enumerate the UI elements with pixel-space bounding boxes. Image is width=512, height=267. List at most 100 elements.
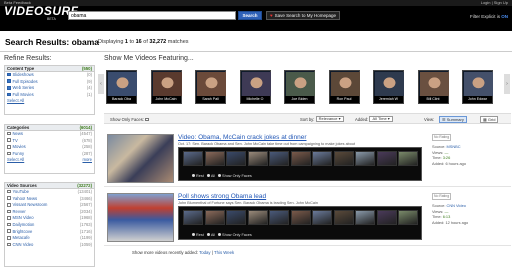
meta-value-source[interactable]: MSNBC [447, 144, 461, 149]
filmstrip-frame[interactable] [312, 210, 332, 225]
filmstrip-frame[interactable] [290, 151, 311, 166]
only-faces-checkbox[interactable] [145, 117, 149, 122]
view-grid-button[interactable]: ▦ Grid [480, 116, 499, 123]
face-card[interactable]: John McCain [150, 70, 182, 104]
filter-state[interactable]: ON [501, 14, 508, 19]
face-card[interactable]: Bill Clint [417, 70, 449, 104]
face-card[interactable]: Jeremiah W [373, 70, 404, 104]
sort-select[interactable]: Relevance ▾ [315, 116, 344, 122]
source-checkbox[interactable] [7, 216, 11, 220]
source-checkbox[interactable] [7, 242, 11, 247]
filmstrip-frame[interactable] [247, 151, 268, 166]
more-today-link[interactable]: Today [199, 250, 210, 255]
radio-icon[interactable] [218, 233, 222, 236]
content-type-item[interactable]: Slideshows (0) [5, 72, 94, 79]
filter-explicit[interactable]: Filter Explicit is ON [470, 14, 508, 19]
filmstrip-frame[interactable] [355, 151, 375, 166]
source-checkbox[interactable] [7, 236, 11, 240]
filmstrip-frame[interactable] [247, 210, 268, 225]
face-card[interactable]: Sarah Pali [195, 70, 226, 104]
video-thumbnail[interactable] [107, 193, 174, 242]
filmstrip-frame[interactable] [290, 210, 311, 225]
content-type-checkbox[interactable] [7, 72, 11, 77]
radio-icon[interactable] [206, 174, 210, 177]
categories-more[interactable]: more [82, 157, 92, 164]
source-item[interactable]: Brightcove (1716) [5, 229, 94, 236]
source-item[interactable]: CNN Video (1059) [5, 242, 94, 249]
view-summary-button[interactable]: ☰ Summary [439, 116, 467, 123]
only-faces-toggle[interactable]: Show Only Faces: [110, 116, 151, 124]
video-thumbnail[interactable] [107, 134, 174, 183]
category-checkbox[interactable] [7, 131, 11, 136]
search-button[interactable]: Search [238, 11, 262, 20]
filmstrip-frame[interactable] [398, 210, 418, 225]
face-card[interactable]: Barack Oba [106, 70, 137, 104]
source-checkbox[interactable] [7, 203, 11, 207]
filmstrip-frame[interactable] [333, 151, 354, 166]
filmstrip-control-label[interactable]: Show Only Faces [222, 233, 252, 237]
more-week-link[interactable]: This Week [214, 250, 234, 255]
filmstrip-frame[interactable] [333, 210, 354, 225]
added-select[interactable]: All Time ▾ [369, 116, 393, 122]
source-item[interactable]: YouTube (13401) [5, 189, 94, 196]
filmstrip-control-label[interactable]: All [211, 233, 215, 237]
category-item[interactable]: Funny (287) [5, 151, 94, 158]
filmstrip-frame[interactable] [226, 151, 246, 166]
source-checkbox[interactable] [7, 222, 11, 227]
filmstrip-frame[interactable] [376, 210, 397, 225]
filmstrip-frame[interactable] [398, 151, 418, 166]
save-search-button[interactable]: ♥ Save Search to My Homepage [266, 11, 340, 20]
source-checkbox[interactable] [7, 196, 11, 200]
filmstrip-frame[interactable] [376, 151, 397, 166]
category-checkbox[interactable] [7, 145, 11, 149]
category-checkbox[interactable] [7, 138, 11, 142]
source-item[interactable]: MSN Video (1968) [5, 215, 94, 222]
content-type-item[interactable]: Full Movies (1) [5, 92, 94, 99]
radio-icon[interactable] [218, 174, 222, 177]
content-type-checkbox[interactable] [7, 92, 11, 97]
content-type-item[interactable]: Full Episodes (9) [5, 79, 94, 86]
content-type-select-all[interactable]: Select All [5, 98, 94, 105]
video-filmstrip[interactable]: Rest All Show Only Faces [178, 147, 422, 181]
filmstrip-control-label[interactable]: Show Only Faces [222, 174, 252, 178]
filmstrip-frame[interactable] [183, 210, 203, 225]
source-item[interactable]: Yahoo! News (3466) [5, 196, 94, 203]
source-item[interactable]: Metacafe (1199) [5, 235, 94, 242]
content-type-checkbox[interactable] [7, 86, 11, 90]
filmstrip-frame[interactable] [269, 210, 289, 225]
faces-prev-arrow[interactable]: ‹ [98, 74, 104, 94]
filmstrip-frame[interactable] [269, 151, 289, 166]
face-card[interactable]: Ron Paul [328, 70, 360, 104]
face-card[interactable]: John Edwar [462, 70, 493, 104]
video-title-link[interactable]: Video: Obama, McCain crack jokes at dinn… [178, 134, 307, 141]
source-checkbox[interactable] [7, 209, 11, 214]
category-item[interactable]: Movies (258) [5, 144, 94, 151]
face-card[interactable]: Michelle O [239, 70, 271, 104]
meta-value-source[interactable]: CNN Video [447, 203, 466, 208]
radio-icon[interactable] [192, 233, 195, 236]
filmstrip-control-label[interactable]: Rest [196, 233, 204, 237]
category-item[interactable]: TV (678) [5, 138, 94, 145]
faces-next-arrow[interactable]: › [504, 74, 510, 94]
source-checkbox[interactable] [7, 189, 11, 194]
source-item[interactable]: Vissant Newsroom (2567) [5, 202, 94, 209]
radio-icon[interactable] [206, 233, 210, 236]
source-checkbox[interactable] [7, 229, 11, 233]
filmstrip-frame[interactable] [204, 210, 225, 225]
category-item[interactable]: News (4547) [5, 131, 94, 138]
face-card[interactable]: Joe Biden [284, 70, 315, 104]
filmstrip-frame[interactable] [312, 151, 332, 166]
filmstrip-frame[interactable] [204, 151, 225, 166]
filmstrip-frame[interactable] [355, 210, 375, 225]
category-checkbox[interactable] [7, 151, 11, 156]
source-item[interactable]: Dailymotion (1763) [5, 222, 94, 229]
categories-select-all[interactable]: Select All [7, 157, 24, 162]
filmstrip-frame[interactable] [183, 151, 203, 166]
filmstrip-control-label[interactable]: All [211, 174, 215, 178]
search-input[interactable] [68, 11, 236, 20]
video-title-link[interactable]: Poll shows strong Obama lead [178, 193, 266, 200]
source-item[interactable]: Revver (2034) [5, 209, 94, 216]
filmstrip-control-label[interactable]: Rest [196, 174, 204, 178]
video-filmstrip[interactable]: Rest All Show Only Faces [178, 206, 422, 240]
content-type-checkbox[interactable] [7, 79, 11, 83]
